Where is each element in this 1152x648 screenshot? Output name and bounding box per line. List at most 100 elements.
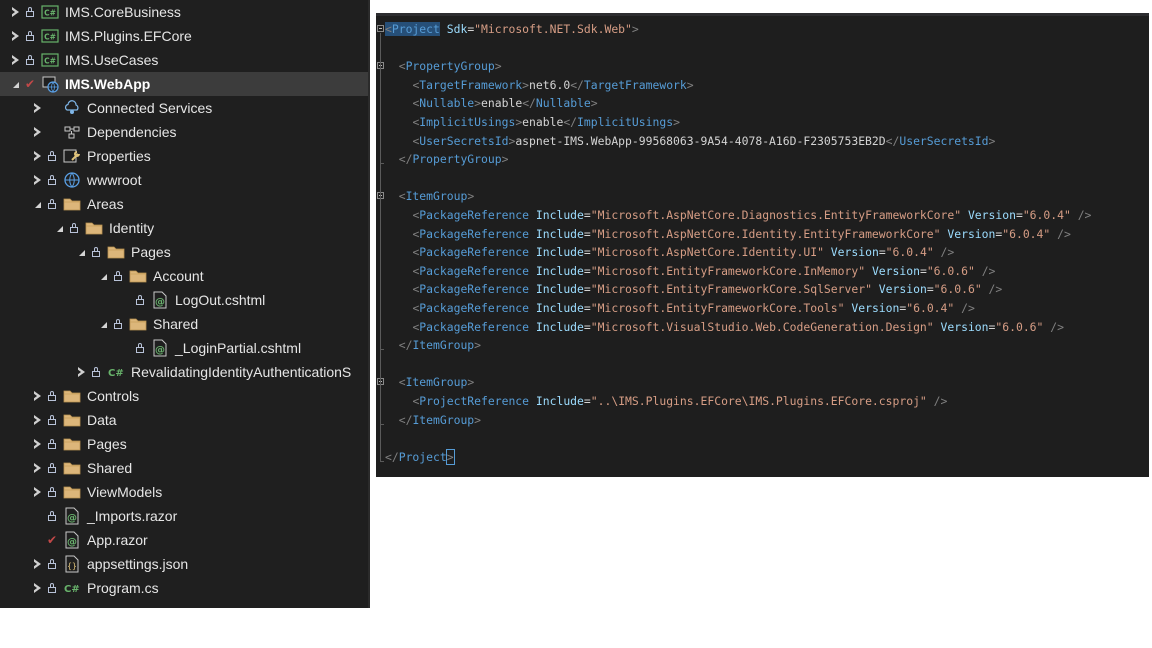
code-token: "Microsoft.EntityFrameworkCore.SqlServer… [590, 282, 872, 297]
collapsed-arrow-icon[interactable] [31, 462, 43, 474]
tree-item[interactable]: C# Program.cs [0, 576, 368, 600]
tree-item-label: Program.cs [87, 580, 159, 596]
tree-item[interactable]: Shared [0, 312, 368, 336]
tree-item[interactable]: Controls [0, 384, 368, 408]
tree-item[interactable]: Data [0, 408, 368, 432]
tree-item[interactable]: @ _LoginPartial.cshtml [0, 336, 368, 360]
code-line[interactable]: <PackageReference Include="Microsoft.Ent… [385, 299, 974, 317]
expanded-arrow-icon[interactable] [31, 198, 43, 210]
tree-item[interactable]: Shared [0, 456, 368, 480]
code-line[interactable]: </ItemGroup> [385, 411, 481, 429]
expanded-arrow-icon[interactable] [75, 246, 87, 258]
fold-toggle-icon[interactable] [377, 25, 384, 32]
folder-icon [63, 435, 81, 453]
collapsed-arrow-icon[interactable] [31, 390, 43, 402]
tree-item[interactable]: ✔ @ App.razor [0, 528, 368, 552]
collapsed-arrow-icon[interactable] [31, 150, 43, 162]
code-line[interactable]: <PackageReference Include="Microsoft.Ent… [385, 280, 1002, 298]
code-token: = [583, 319, 591, 334]
tree-item[interactable]: ✔ IMS.WebApp [0, 72, 368, 96]
code-line[interactable]: <PackageReference Include="Microsoft.Asp… [385, 225, 1070, 243]
expanded-arrow-icon[interactable] [53, 222, 65, 234]
tree-item[interactable]: C# IMS.CoreBusiness [0, 0, 368, 24]
code-token: > [590, 96, 598, 111]
code-token: "Microsoft.EntityFrameworkCore.Tools" [590, 301, 845, 315]
code-line[interactable]: </PropertyGroup> [385, 150, 509, 168]
collapsed-arrow-icon[interactable] [9, 30, 21, 42]
lock-icon [47, 174, 57, 186]
code-line[interactable]: <ItemGroup> [385, 373, 474, 391]
code-line[interactable]: <PackageReference Include="Microsoft.Asp… [385, 243, 954, 261]
collapsed-arrow-icon[interactable] [9, 54, 21, 66]
code-line[interactable]: <PackageReference Include="Microsoft.Asp… [385, 206, 1091, 224]
expanded-arrow-icon[interactable] [9, 78, 21, 90]
code-token: "Microsoft.NET.Sdk.Web" [474, 22, 632, 36]
tree-item[interactable]: wwwroot [0, 168, 368, 192]
collapsed-arrow-icon[interactable] [31, 126, 43, 138]
svg-text:C#: C# [44, 33, 56, 42]
tree-item[interactable]: C# RevalidatingIdentityAuthenticationS [0, 360, 368, 384]
tree-item[interactable]: Connected Services [0, 96, 368, 120]
collapsed-arrow-icon[interactable] [75, 366, 87, 378]
tree-item[interactable]: C# IMS.UseCases [0, 48, 368, 72]
code-token: Nullable [535, 96, 591, 111]
code-token: < [398, 375, 406, 390]
code-line[interactable]: <Project Sdk="Microsoft.NET.Sdk.Web"> [385, 20, 639, 38]
code-token: "Microsoft.EntityFrameworkCore.InMemory" [590, 263, 866, 278]
code-line[interactable]: <ItemGroup> [385, 187, 474, 205]
tree-item[interactable]: Pages [0, 240, 368, 264]
code-line[interactable]: <TargetFramework>net6.0</TargetFramework… [385, 76, 693, 94]
outline-guide [380, 200, 381, 350]
csharp-project-icon: C# [41, 51, 59, 69]
tree-item[interactable]: Account [0, 264, 368, 288]
code-token: Nullable [419, 96, 475, 111]
collapsed-arrow-icon[interactable] [31, 582, 43, 594]
collapsed-arrow-icon[interactable] [31, 486, 43, 498]
code-line[interactable]: <ProjectReference Include="..\IMS.Plugin… [385, 392, 947, 410]
tree-item[interactable]: Properties [0, 144, 368, 168]
svg-text:@: @ [155, 297, 165, 308]
lock-icon [47, 414, 57, 426]
collapsed-arrow-icon[interactable] [9, 6, 21, 18]
code-token: enable [522, 115, 564, 129]
tree-item-label: Properties [87, 148, 151, 164]
no-arrow [31, 510, 43, 522]
lock-icon [25, 6, 35, 18]
tree-item[interactable]: Dependencies [0, 120, 368, 144]
code-token: "6.0.4" [885, 245, 934, 260]
tree-item[interactable]: Pages [0, 432, 368, 456]
code-line[interactable]: <PackageReference Include="Microsoft.Vis… [385, 318, 1064, 336]
folder-icon [63, 483, 81, 501]
code-line[interactable]: <Nullable>enable</Nullable> [385, 94, 598, 112]
tree-item[interactable]: ViewModels [0, 480, 368, 504]
expanded-arrow-icon[interactable] [97, 270, 109, 282]
tree-item[interactable]: Identity [0, 216, 368, 240]
code-line[interactable]: <PackageReference Include="Microsoft.Ent… [385, 262, 995, 280]
tree-item[interactable]: Areas [0, 192, 368, 216]
tree-item[interactable]: {} appsettings.json [0, 552, 368, 576]
solution-explorer: C# IMS.CoreBusiness C# IMS.Plugins.EFCore C#… [0, 0, 370, 608]
folder-icon [129, 267, 147, 285]
code-line[interactable]: </Project> [385, 448, 455, 466]
code-editor[interactable]: <Project Sdk="Microsoft.NET.Sdk.Web"> <P… [376, 13, 1149, 477]
collapsed-arrow-icon[interactable] [31, 438, 43, 450]
code-line[interactable]: </ItemGroup> [385, 336, 481, 354]
collapsed-arrow-icon[interactable] [31, 414, 43, 426]
code-line[interactable]: <PropertyGroup> [385, 57, 502, 75]
code-line[interactable]: <ImplicitUsings>enable</ImplicitUsings> [385, 113, 679, 131]
code-line[interactable]: <UserSecretsId>aspnet-IMS.WebApp-9956806… [385, 132, 995, 150]
tree-item[interactable]: @ LogOut.cshtml [0, 288, 368, 312]
code-token: PackageReference [419, 226, 530, 241]
tree-item[interactable]: @ _Imports.razor [0, 504, 368, 528]
expanded-arrow-icon[interactable] [97, 318, 109, 330]
tree-item[interactable]: C# IMS.Plugins.EFCore [0, 24, 368, 48]
collapsed-arrow-icon[interactable] [31, 174, 43, 186]
collapsed-arrow-icon[interactable] [31, 102, 43, 114]
collapsed-arrow-icon[interactable] [31, 558, 43, 570]
